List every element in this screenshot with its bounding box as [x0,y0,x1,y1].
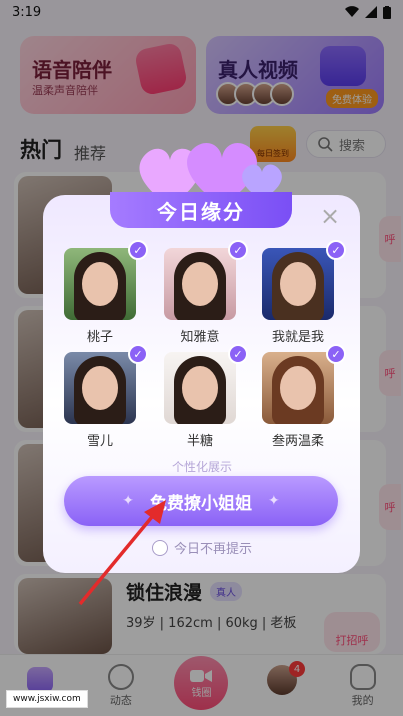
red-arrow-icon [78,500,166,606]
watermark-label: www.jsxiw.com [6,690,88,708]
